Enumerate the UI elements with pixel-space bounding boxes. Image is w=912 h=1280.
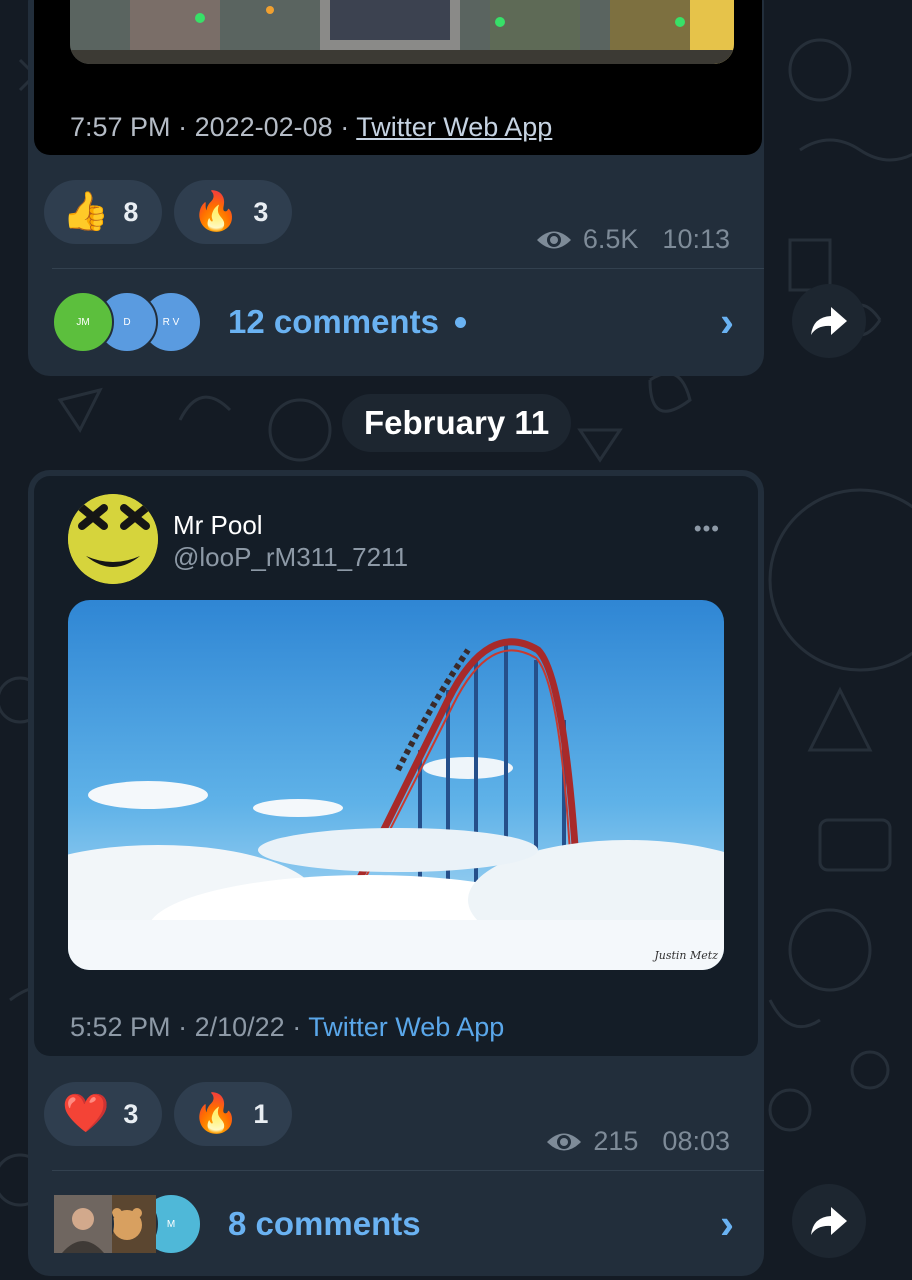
fire-icon: 🔥 [192, 191, 240, 233]
commenter-avatars: M [52, 1193, 202, 1255]
reaction-count: 1 [253, 1098, 269, 1129]
divider [52, 1170, 764, 1171]
avatar: JM [52, 291, 114, 353]
tweet-source-link[interactable]: Twitter Web App [308, 1012, 504, 1042]
post-info: 6.5K 10:13 [535, 224, 730, 255]
tweet-image[interactable]: Justin Metz [68, 600, 724, 970]
reaction-fire[interactable]: 🔥 1 [174, 1082, 292, 1146]
share-arrow-icon [811, 307, 847, 335]
reaction-fire[interactable]: 🔥 3 [174, 180, 292, 244]
view-count: 215 [593, 1126, 639, 1156]
person-photo-icon [54, 1195, 112, 1253]
comments-count-label: 8 comments [228, 1205, 421, 1242]
divider [52, 268, 764, 269]
post-info: 215 08:03 [545, 1126, 730, 1157]
street-scene-image [70, 0, 734, 64]
channel-post-2: Mr Pool @looP_rM311_7211 ••• Justin Metz… [28, 470, 764, 1276]
date-separator: February 11 [342, 394, 572, 452]
fire-icon: 🔥 [192, 1093, 240, 1135]
chevron-right-icon: › [720, 1200, 734, 1247]
reaction-count: 8 [123, 196, 139, 227]
reaction-heart[interactable]: ❤️ 3 [44, 1082, 162, 1146]
smiley-x-eyes-icon [68, 494, 158, 584]
eye-icon [536, 231, 571, 248]
author-name: Mr Pool [173, 510, 263, 540]
image-watermark: Justin Metz [654, 949, 718, 962]
more-options-icon[interactable]: ••• [694, 516, 720, 542]
reactions-bar: ❤️ 3 🔥 1 [44, 1082, 292, 1146]
share-button[interactable] [792, 284, 866, 358]
roller-coaster-clouds-image [68, 600, 724, 970]
post-time: 10:13 [662, 224, 730, 254]
reaction-thumbs-up[interactable]: 👍 8 [44, 180, 162, 244]
reaction-count: 3 [253, 196, 269, 227]
unread-dot [454, 316, 466, 328]
commenter-avatars: JM D R V [52, 291, 202, 353]
tweet-time: 7:57 PM [70, 112, 171, 142]
avatar [52, 1193, 114, 1255]
post-time: 08:03 [662, 1126, 730, 1156]
share-button[interactable] [792, 1184, 866, 1258]
tweet-date: 2022-02-08 [194, 112, 333, 142]
thumbs-up-icon: 👍 [62, 191, 110, 233]
tweet-source-link[interactable]: Twitter Web App [356, 112, 552, 142]
chevron-right-icon: › [720, 298, 734, 345]
tweet-meta: 5:52 PM · 2/10/22 · Twitter Web App [70, 1012, 505, 1042]
author-avatar[interactable] [68, 494, 158, 584]
channel-post-1: 7:57 PM · 2022-02-08 · Twitter Web App 👍… [28, 0, 764, 376]
comments-count-label: 12 comments [228, 303, 439, 340]
comments-button[interactable]: JM D R V 12 comments › [52, 286, 734, 358]
reaction-count: 3 [123, 1098, 139, 1129]
share-arrow-icon [811, 1207, 847, 1235]
tweet-time: 5:52 PM [70, 1012, 171, 1042]
eye-icon [547, 1133, 582, 1150]
tweet-image[interactable] [70, 0, 734, 64]
tweet-embed[interactable]: Mr Pool @looP_rM311_7211 ••• Justin Metz… [34, 476, 758, 1056]
view-count: 6.5K [582, 224, 639, 254]
author-handle: @looP_rM311_7211 [173, 542, 409, 572]
comments-button[interactable]: M 8 comments › [52, 1188, 734, 1260]
tweet-date: 2/10/22 [194, 1012, 285, 1042]
heart-icon: ❤️ [62, 1093, 110, 1135]
tweet-embed[interactable]: 7:57 PM · 2022-02-08 · Twitter Web App [34, 0, 762, 155]
tweet-meta: 7:57 PM · 2022-02-08 · Twitter Web App [70, 112, 553, 142]
date-separator-label: February 11 [364, 404, 550, 441]
reactions-bar: 👍 8 🔥 3 [44, 180, 292, 244]
